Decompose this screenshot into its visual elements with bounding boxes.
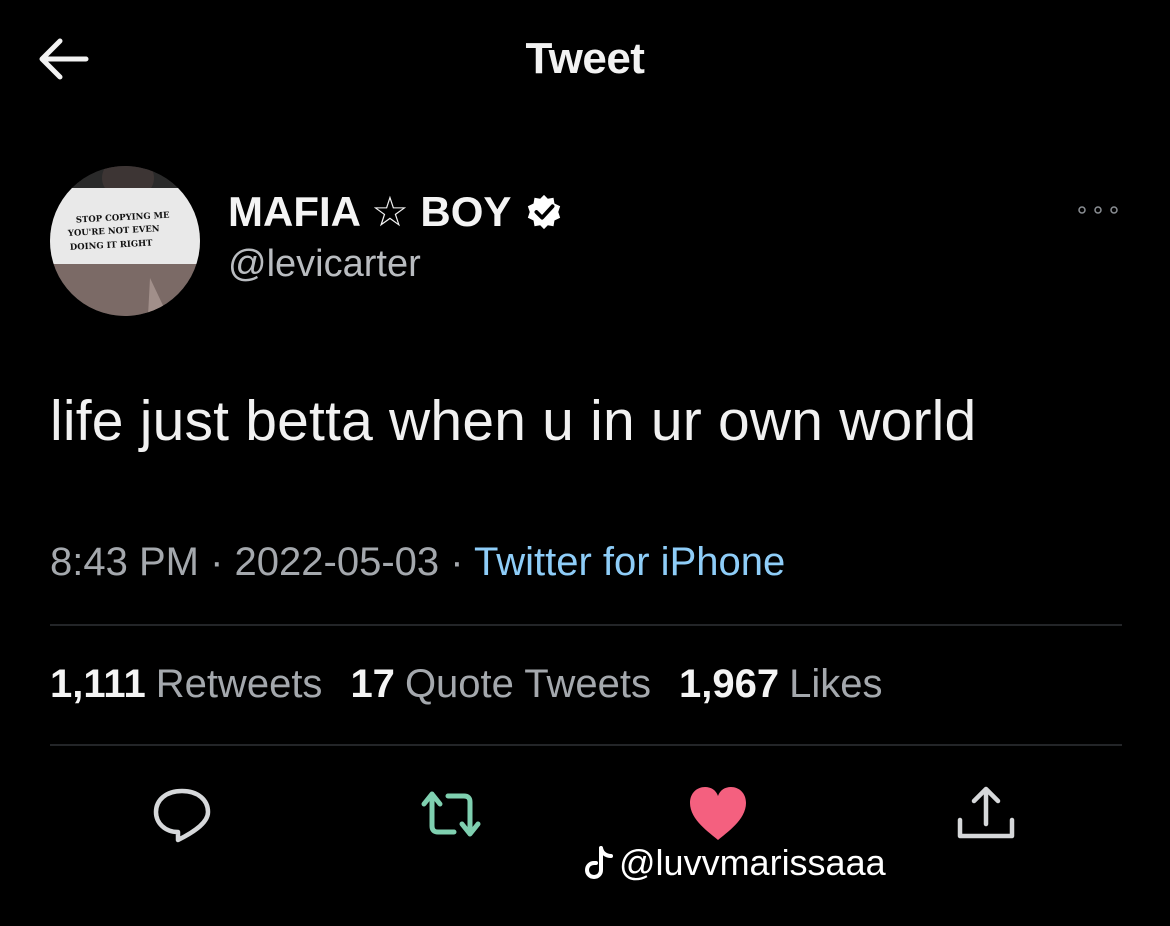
watermark-handle: @luvvmarissaaa (619, 842, 886, 883)
tweet-text: life just betta when u in ur own world (50, 389, 977, 453)
display-name[interactable]: MAFIA ☆ BOY (228, 187, 563, 236)
divider (50, 624, 1122, 626)
retweet-icon (421, 791, 481, 837)
tiktok-icon (585, 846, 613, 879)
tweet-source-link[interactable]: Twitter for iPhone (474, 540, 785, 584)
display-name-text: MAFIA ☆ BOY (228, 188, 512, 235)
tweet-date: 2022-05-03 (234, 540, 440, 584)
user-handle[interactable]: @levicarter (228, 243, 421, 286)
meta-separator: · (210, 540, 235, 584)
tweet-meta: 8:43 PM · 2022-05-03 · Twitter for iPhon… (50, 540, 785, 585)
page-title: Tweet (525, 34, 645, 83)
reply-button[interactable] (150, 782, 214, 846)
reply-icon (153, 788, 211, 843)
verified-badge-icon (528, 194, 561, 229)
divider (50, 744, 1122, 746)
tweet-stats: 1,111 Retweets 17 Quote Tweets 1,967 Likes (50, 662, 883, 707)
like-icon (690, 787, 746, 840)
like-button[interactable] (686, 782, 750, 846)
more-options-button[interactable] (1072, 196, 1124, 224)
tweet-time: 8:43 PM (50, 540, 199, 584)
share-icon (957, 786, 1015, 839)
retweet-button[interactable] (416, 782, 481, 846)
likes-stat[interactable]: 1,967 Likes (679, 662, 883, 707)
share-button[interactable] (954, 782, 1018, 846)
retweets-stat[interactable]: 1,111 Retweets (50, 662, 322, 707)
more-dots-icon (1078, 206, 1118, 214)
quote-tweets-stat[interactable]: 17 Quote Tweets (350, 662, 651, 707)
top-bar: Tweet (0, 0, 1170, 120)
meta-separator: · (450, 540, 474, 584)
avatar[interactable]: STOP COPYING ME YOU'RE NOT EVEN DOING IT… (50, 166, 200, 316)
watermark: @luvvmarissaaa (585, 842, 886, 884)
